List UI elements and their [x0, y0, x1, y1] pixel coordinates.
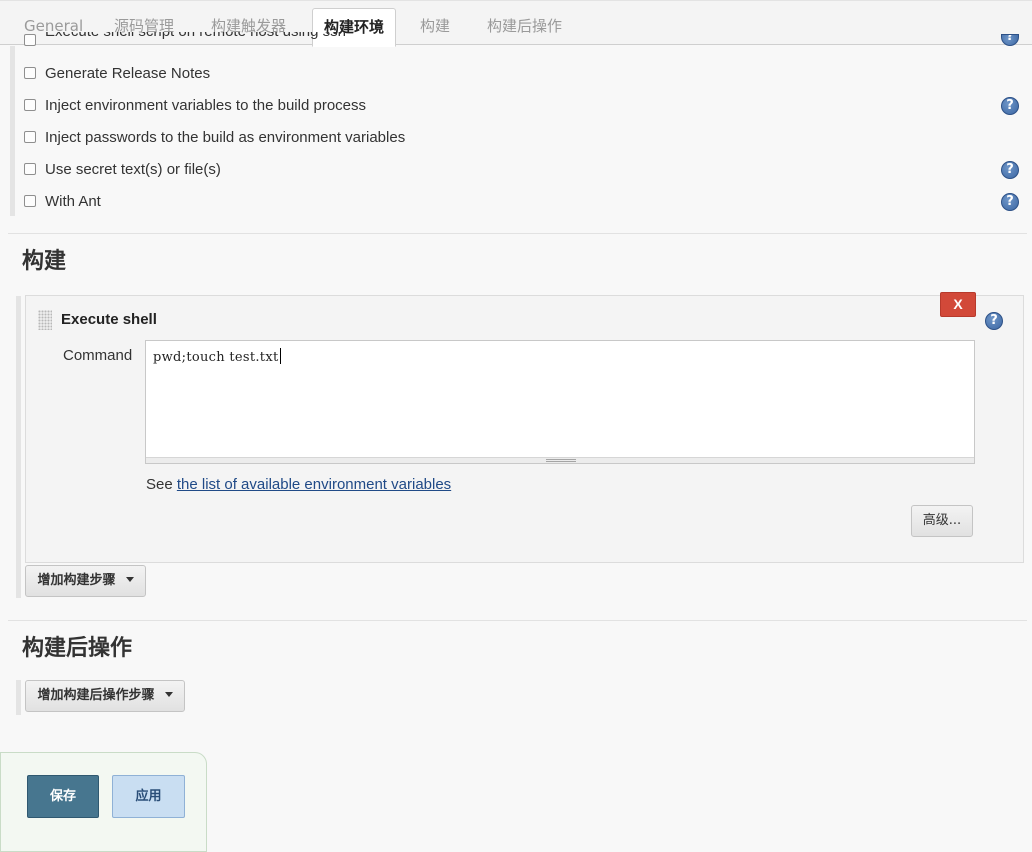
build-section-title: 构建 — [22, 249, 67, 274]
env-option-remote-ssh[interactable]: Execute shell script on remote host usin… — [24, 32, 346, 46]
option-label: Execute shell script on remote host usin… — [45, 32, 346, 40]
help-icon[interactable]: ? — [1001, 97, 1019, 115]
command-textarea[interactable]: pwd;touch test.txt — [145, 340, 975, 464]
advanced-button[interactable]: 高级... — [911, 505, 973, 537]
env-option-inject-passwords[interactable]: Inject passwords to the build as environ… — [24, 129, 405, 146]
tab-post-build[interactable]: 构建后操作 — [476, 8, 573, 46]
section-indent-bar — [16, 680, 21, 715]
option-label: Generate Release Notes — [45, 65, 211, 82]
env-option-with-ant[interactable]: With Ant — [24, 193, 101, 210]
command-label: Command — [63, 347, 133, 364]
drag-handle-icon[interactable] — [38, 310, 52, 330]
section-divider — [8, 620, 1027, 621]
checkbox[interactable] — [24, 34, 36, 46]
checkbox[interactable] — [24, 131, 36, 143]
text-caret — [279, 348, 281, 364]
env-option-inject-env-vars[interactable]: Inject environment variables to the buil… — [24, 97, 366, 114]
caret-down-icon — [164, 692, 173, 697]
add-post-build-step-button[interactable]: 增加构建后操作步骤 — [25, 680, 185, 712]
caret-down-icon — [125, 577, 134, 582]
option-label: Inject passwords to the build as environ… — [45, 129, 406, 146]
add-build-step-button[interactable]: 增加构建步骤 — [25, 565, 146, 597]
post-build-section-title: 构建后操作 — [22, 636, 133, 661]
save-button[interactable]: 保存 — [27, 775, 99, 818]
hint-prefix: See — [146, 476, 177, 493]
button-label: 增加构建步骤 — [37, 573, 116, 588]
help-icon[interactable]: ? — [985, 312, 1003, 330]
option-label: With Ant — [45, 193, 101, 210]
tab-build[interactable]: 构建 — [409, 8, 461, 46]
section-indent-bar — [16, 296, 21, 598]
checkbox[interactable] — [24, 195, 36, 207]
env-option-release-notes[interactable]: Generate Release Notes — [24, 65, 210, 82]
env-vars-link[interactable]: the list of available environment variab… — [177, 476, 451, 493]
env-option-secret-text[interactable]: Use secret text(s) or file(s) — [24, 161, 221, 178]
section-indent-bar — [10, 46, 15, 216]
checkbox[interactable] — [24, 99, 36, 111]
option-label: Use secret text(s) or file(s) — [45, 161, 221, 178]
checkbox[interactable] — [24, 67, 36, 79]
help-icon[interactable]: ? — [1001, 193, 1019, 211]
section-divider — [8, 233, 1027, 234]
button-label: 增加构建后操作步骤 — [37, 688, 155, 703]
help-icon[interactable]: ? — [1001, 161, 1019, 179]
grip-icon — [546, 459, 576, 462]
delete-step-button[interactable]: X — [940, 292, 976, 317]
checkbox[interactable] — [24, 163, 36, 175]
textarea-resize-handle[interactable] — [146, 457, 974, 463]
apply-button[interactable]: 应用 — [112, 775, 185, 818]
env-vars-hint: See the list of available environment va… — [146, 476, 451, 493]
command-value: pwd;touch test.txt — [153, 350, 279, 365]
option-label: Inject environment variables to the buil… — [45, 97, 367, 114]
step-title: Execute shell — [61, 311, 157, 328]
